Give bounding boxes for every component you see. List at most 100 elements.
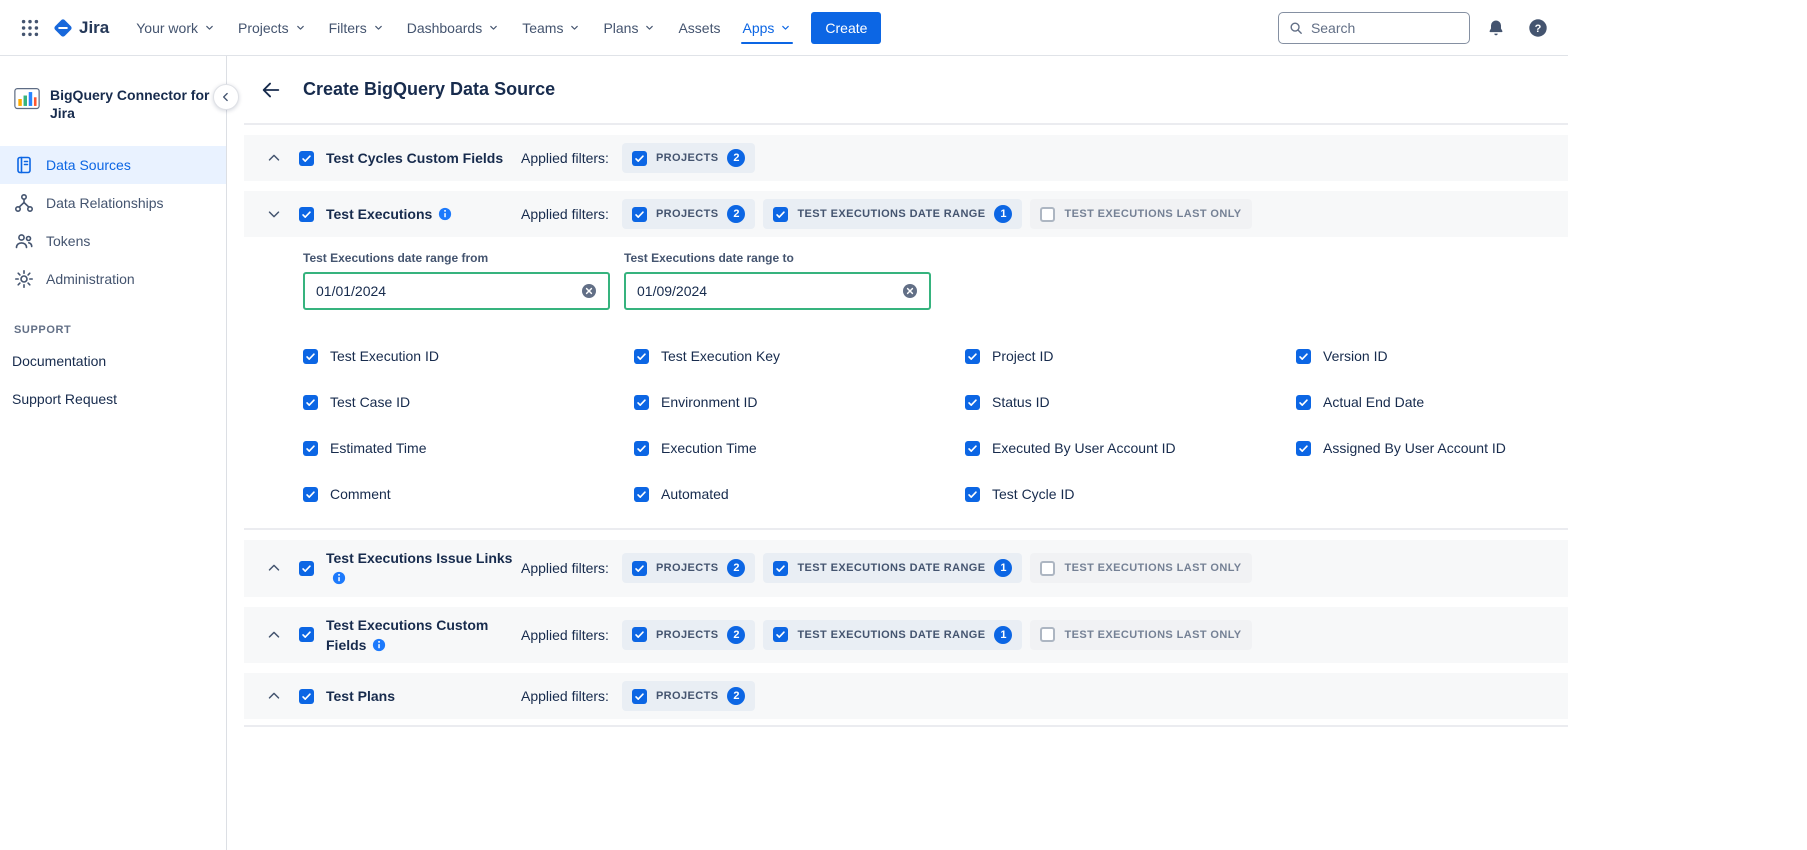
field-checkbox[interactable] [634,441,649,456]
search-box[interactable] [1278,12,1470,44]
field-test-case-id[interactable]: Test Case ID [303,394,634,410]
sidebar-item-administration[interactable]: Administration [0,260,226,298]
filter-badge-test-executions-last-only[interactable]: TEST EXECUTIONS LAST ONLY [1030,553,1251,583]
sidebar-collapse-button[interactable] [213,84,239,110]
nav-item-assets[interactable]: Assets [667,0,731,55]
nav-item-dashboards[interactable]: Dashboards [396,0,512,55]
field-executed-by-user-account-id[interactable]: Executed By User Account ID [965,440,1296,456]
field-checkbox[interactable] [634,395,649,410]
field-label: Executed By User Account ID [992,440,1176,456]
field-checkbox[interactable] [634,487,649,502]
field-environment-id[interactable]: Environment ID [634,394,965,410]
filter-checkbox[interactable] [1040,207,1055,222]
field-project-id[interactable]: Project ID [965,348,1296,364]
filter-checkbox[interactable] [773,207,788,222]
filter-badge-test-executions-date-range[interactable]: TEST EXECUTIONS DATE RANGE1 [763,620,1022,650]
section-header: Test Executions Custom FieldsApplied fil… [244,607,1568,664]
section-toggle[interactable] [264,558,284,578]
filter-badge-projects[interactable]: PROJECTS2 [622,143,756,173]
field-checkbox[interactable] [1296,395,1311,410]
field-actual-end-date[interactable]: Actual End Date [1296,394,1568,410]
support-item-documentation[interactable]: Documentation [0,342,226,380]
nav-item-plans[interactable]: Plans [592,0,667,55]
info-icon[interactable] [438,207,452,221]
filter-checkbox[interactable] [632,689,647,704]
field-automated[interactable]: Automated [634,486,965,502]
filter-badge-projects[interactable]: PROJECTS2 [622,199,756,229]
field-test-cycle-id[interactable]: Test Cycle ID [965,486,1296,502]
filter-checkbox[interactable] [1040,561,1055,576]
support-item-support-request[interactable]: Support Request [0,380,226,418]
filter-checkbox[interactable] [1040,627,1055,642]
info-icon[interactable] [372,638,386,652]
field-checkbox[interactable] [965,487,980,502]
filter-badge-label: TEST EXECUTIONS DATE RANGE [797,208,985,220]
filter-badge-test-executions-last-only[interactable]: TEST EXECUTIONS LAST ONLY [1030,620,1251,650]
filter-badge-projects[interactable]: PROJECTS2 [622,553,756,583]
chevron-down-icon [294,21,307,34]
filter-badge-test-executions-date-range[interactable]: TEST EXECUTIONS DATE RANGE1 [763,553,1022,583]
filter-checkbox[interactable] [773,627,788,642]
date-to-input[interactable]: 01/09/2024 [624,272,931,310]
field-checkbox[interactable] [634,349,649,364]
filter-badge-projects[interactable]: PROJECTS2 [622,681,756,711]
section-checkbox[interactable] [299,207,314,222]
field-status-id[interactable]: Status ID [965,394,1296,410]
date-from-input[interactable]: 01/01/2024 [303,272,610,310]
search-input[interactable] [1311,20,1459,36]
field-test-execution-id[interactable]: Test Execution ID [303,348,634,364]
sidebar-item-data-relationships[interactable]: Data Relationships [0,184,226,222]
nav-item-projects[interactable]: Projects [227,0,318,55]
section-checkbox[interactable] [299,689,314,704]
field-version-id[interactable]: Version ID [1296,348,1568,364]
info-icon[interactable] [332,571,346,585]
section-toggle[interactable] [264,148,284,168]
notifications-icon[interactable] [1480,12,1512,44]
field-assigned-by-user-account-id[interactable]: Assigned By User Account ID [1296,440,1568,456]
field-execution-time[interactable]: Execution Time [634,440,965,456]
field-checkbox[interactable] [1296,349,1311,364]
filter-checkbox[interactable] [773,561,788,576]
field-checkbox[interactable] [965,441,980,456]
section-checkbox[interactable] [299,561,314,576]
nav-item-apps[interactable]: Apps [731,0,803,55]
clear-icon[interactable] [902,283,918,299]
field-checkbox[interactable] [303,349,318,364]
section-toggle[interactable] [264,625,284,645]
field-test-execution-key[interactable]: Test Execution Key [634,348,965,364]
filter-checkbox[interactable] [632,561,647,576]
filter-count-badge: 1 [994,559,1012,577]
nav-item-label: Your work [136,20,198,36]
field-checkbox[interactable] [303,441,318,456]
help-icon[interactable]: ? [1522,12,1554,44]
nav-item-teams[interactable]: Teams [511,0,592,55]
field-comment[interactable]: Comment [303,486,634,502]
field-checkbox[interactable] [303,487,318,502]
sidebar-item-data-sources[interactable]: Data Sources [0,146,226,184]
create-button[interactable]: Create [811,12,881,44]
nav-item-filters[interactable]: Filters [318,0,396,55]
section-toggle[interactable] [264,204,284,224]
jira-logo[interactable]: Jira [52,17,109,39]
filter-badge-test-executions-date-range[interactable]: TEST EXECUTIONS DATE RANGE1 [763,199,1022,229]
filter-checkbox[interactable] [632,627,647,642]
field-checkbox[interactable] [303,395,318,410]
section-checkbox[interactable] [299,627,314,642]
field-checkbox[interactable] [965,395,980,410]
filter-badge-test-executions-last-only[interactable]: TEST EXECUTIONS LAST ONLY [1030,199,1251,229]
chevron-up-icon [265,687,283,705]
field-checkbox[interactable] [965,349,980,364]
back-button[interactable] [257,76,285,104]
filter-checkbox[interactable] [632,151,647,166]
section-checkbox[interactable] [299,151,314,166]
app-switcher-icon[interactable] [14,12,46,44]
nav-item-your-work[interactable]: Your work [125,0,227,55]
filter-badge-projects[interactable]: PROJECTS2 [622,620,756,650]
fields-grid: Test Execution IDTest Execution KeyProje… [303,348,1568,528]
field-estimated-time[interactable]: Estimated Time [303,440,634,456]
filter-checkbox[interactable] [632,207,647,222]
clear-icon[interactable] [581,283,597,299]
field-checkbox[interactable] [1296,441,1311,456]
sidebar-item-tokens[interactable]: Tokens [0,222,226,260]
section-toggle[interactable] [264,686,284,706]
